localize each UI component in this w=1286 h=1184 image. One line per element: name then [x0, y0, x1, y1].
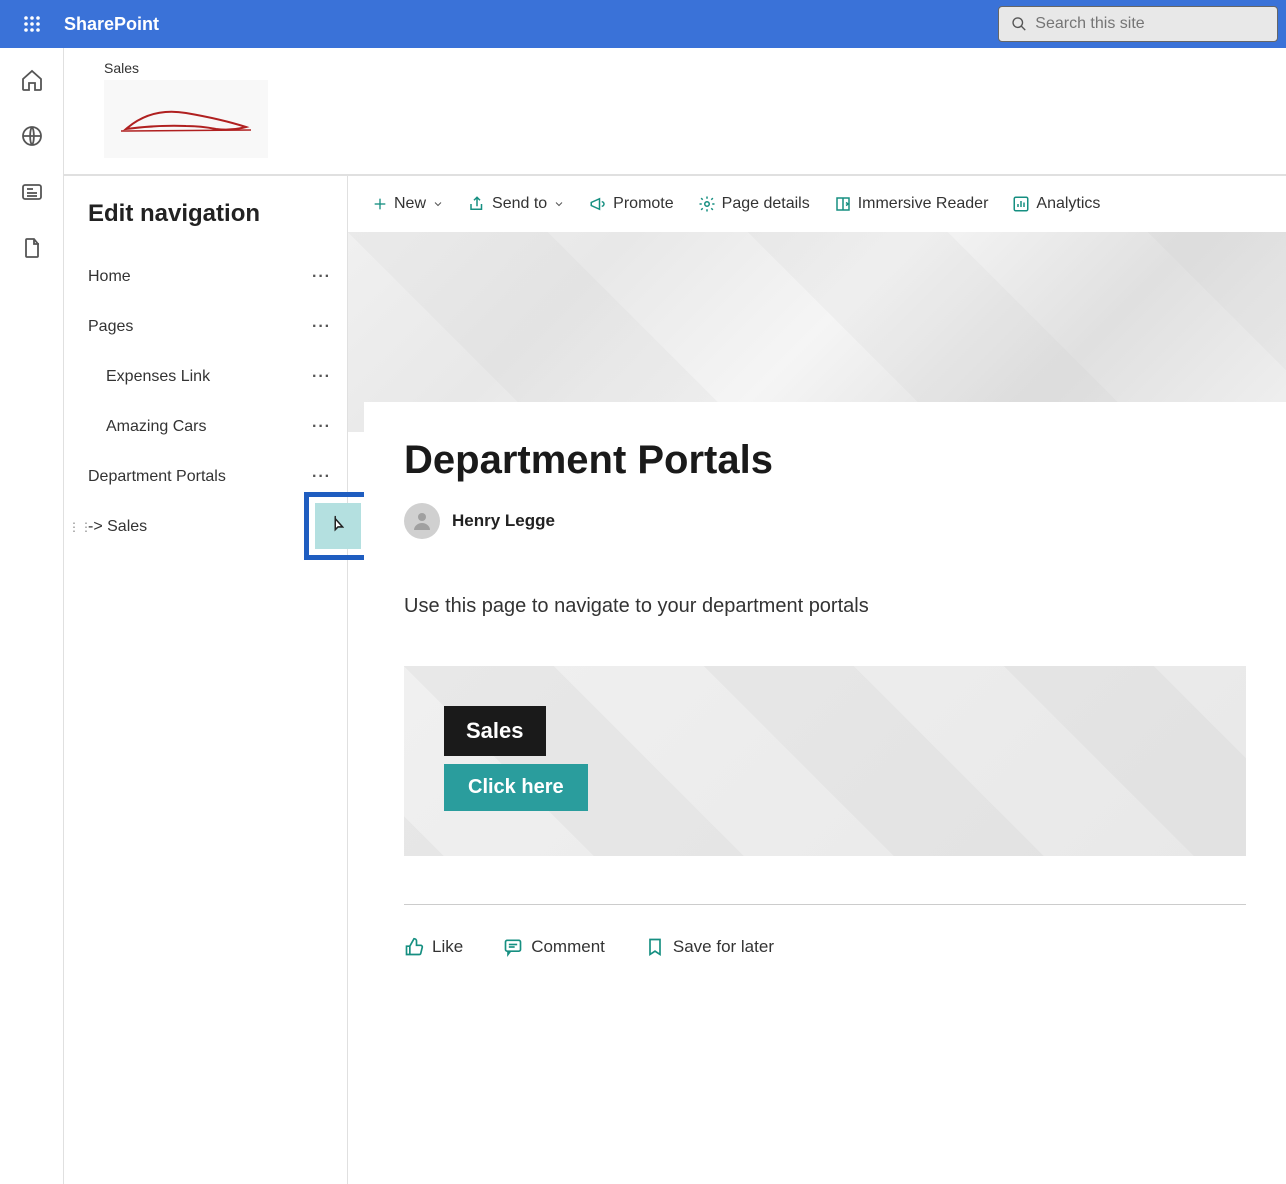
page-title: Department Portals [404, 438, 1246, 483]
tile-label: Sales [444, 706, 546, 756]
action-label: Save for later [673, 937, 774, 957]
immersive-reader-button[interactable]: Immersive Reader [834, 195, 989, 213]
nav-item-label: Amazing Cars [106, 418, 206, 436]
more-icon[interactable]: ··· [304, 264, 339, 290]
nav-item-label: -> Sales [88, 518, 147, 536]
plus-icon [372, 196, 388, 212]
comment-button[interactable]: Comment [503, 937, 605, 957]
site-label: Sales [104, 60, 1246, 76]
cmd-label: New [394, 195, 426, 213]
chevron-down-icon [432, 198, 444, 210]
main-content: New Send to Promote Page details [348, 176, 1286, 1184]
brand-label[interactable]: SharePoint [64, 14, 159, 35]
bookmark-icon [645, 937, 665, 957]
news-icon[interactable] [20, 180, 44, 204]
promote-button[interactable]: Promote [589, 195, 673, 213]
megaphone-icon [589, 195, 607, 213]
reader-icon [834, 195, 852, 213]
highlight-callout [304, 492, 372, 560]
person-icon [410, 509, 434, 533]
search-icon [1011, 15, 1027, 33]
left-rail [0, 48, 64, 1184]
like-button[interactable]: Like [404, 937, 463, 957]
nav-item-pages[interactable]: Pages ··· [88, 302, 347, 352]
page-actions: Like Comment Save for later [404, 917, 1246, 957]
cursor-icon [327, 515, 349, 537]
search-box[interactable] [998, 6, 1278, 42]
send-to-button[interactable]: Send to [468, 195, 565, 213]
author-name[interactable]: Henry Legge [452, 511, 555, 531]
waffle-icon [23, 15, 41, 33]
nav-item-amazing-cars[interactable]: Amazing Cars ··· [88, 402, 347, 452]
avatar[interactable] [404, 503, 440, 539]
more-icon[interactable]: ··· [304, 464, 339, 490]
site-logo[interactable] [104, 80, 268, 158]
page-details-button[interactable]: Page details [698, 195, 810, 213]
divider [404, 904, 1246, 905]
action-label: Comment [531, 937, 605, 957]
top-bar: SharePoint [0, 0, 1286, 48]
nav-item-home[interactable]: Home ··· [88, 252, 347, 302]
nav-panel-title: Edit navigation [88, 200, 347, 228]
chevron-down-icon [553, 198, 565, 210]
more-icon[interactable]: ··· [304, 364, 339, 390]
chart-icon [1012, 195, 1030, 213]
nav-item-expenses-link[interactable]: Expenses Link ··· [88, 352, 347, 402]
page-description: Use this page to navigate to your depart… [404, 595, 1246, 618]
drag-handle-icon[interactable]: ⋮⋮ [68, 520, 92, 534]
nav-item-sales[interactable]: ⋮⋮ -> Sales [88, 502, 347, 552]
action-label: Like [432, 937, 463, 957]
nav-item-label: Department Portals [88, 468, 226, 486]
command-bar: New Send to Promote Page details [348, 176, 1286, 232]
cmd-label: Page details [722, 195, 810, 213]
author-row: Henry Legge [404, 503, 1246, 539]
gear-icon [698, 195, 716, 213]
page-body: Department Portals Henry Legge Use this … [364, 402, 1286, 993]
edit-navigation-panel: Edit navigation Home ··· Pages ··· Expen… [64, 176, 348, 1184]
new-button[interactable]: New [372, 195, 444, 213]
cmd-label: Immersive Reader [858, 195, 989, 213]
home-icon[interactable] [20, 68, 44, 92]
more-button-highlighted[interactable] [315, 503, 361, 549]
car-logo-icon [111, 99, 261, 139]
like-icon [404, 937, 424, 957]
save-for-later-button[interactable]: Save for later [645, 937, 774, 957]
nav-item-label: Pages [88, 318, 133, 336]
tile-link-button[interactable]: Click here [444, 764, 588, 811]
file-icon[interactable] [20, 236, 44, 260]
more-icon[interactable]: ··· [304, 414, 339, 440]
comment-icon [503, 937, 523, 957]
app-launcher-button[interactable] [8, 0, 56, 48]
search-input[interactable] [1035, 15, 1265, 33]
globe-icon[interactable] [20, 124, 44, 148]
hero-tile: Sales Click here [404, 666, 1246, 856]
cmd-label: Promote [613, 195, 673, 213]
more-icon[interactable]: ··· [304, 314, 339, 340]
nav-item-label: Home [88, 268, 131, 286]
cmd-label: Analytics [1036, 195, 1100, 213]
analytics-button[interactable]: Analytics [1012, 195, 1100, 213]
cmd-label: Send to [492, 195, 547, 213]
site-header: Sales [64, 48, 1286, 175]
share-icon [468, 195, 486, 213]
nav-item-label: Expenses Link [106, 368, 210, 386]
